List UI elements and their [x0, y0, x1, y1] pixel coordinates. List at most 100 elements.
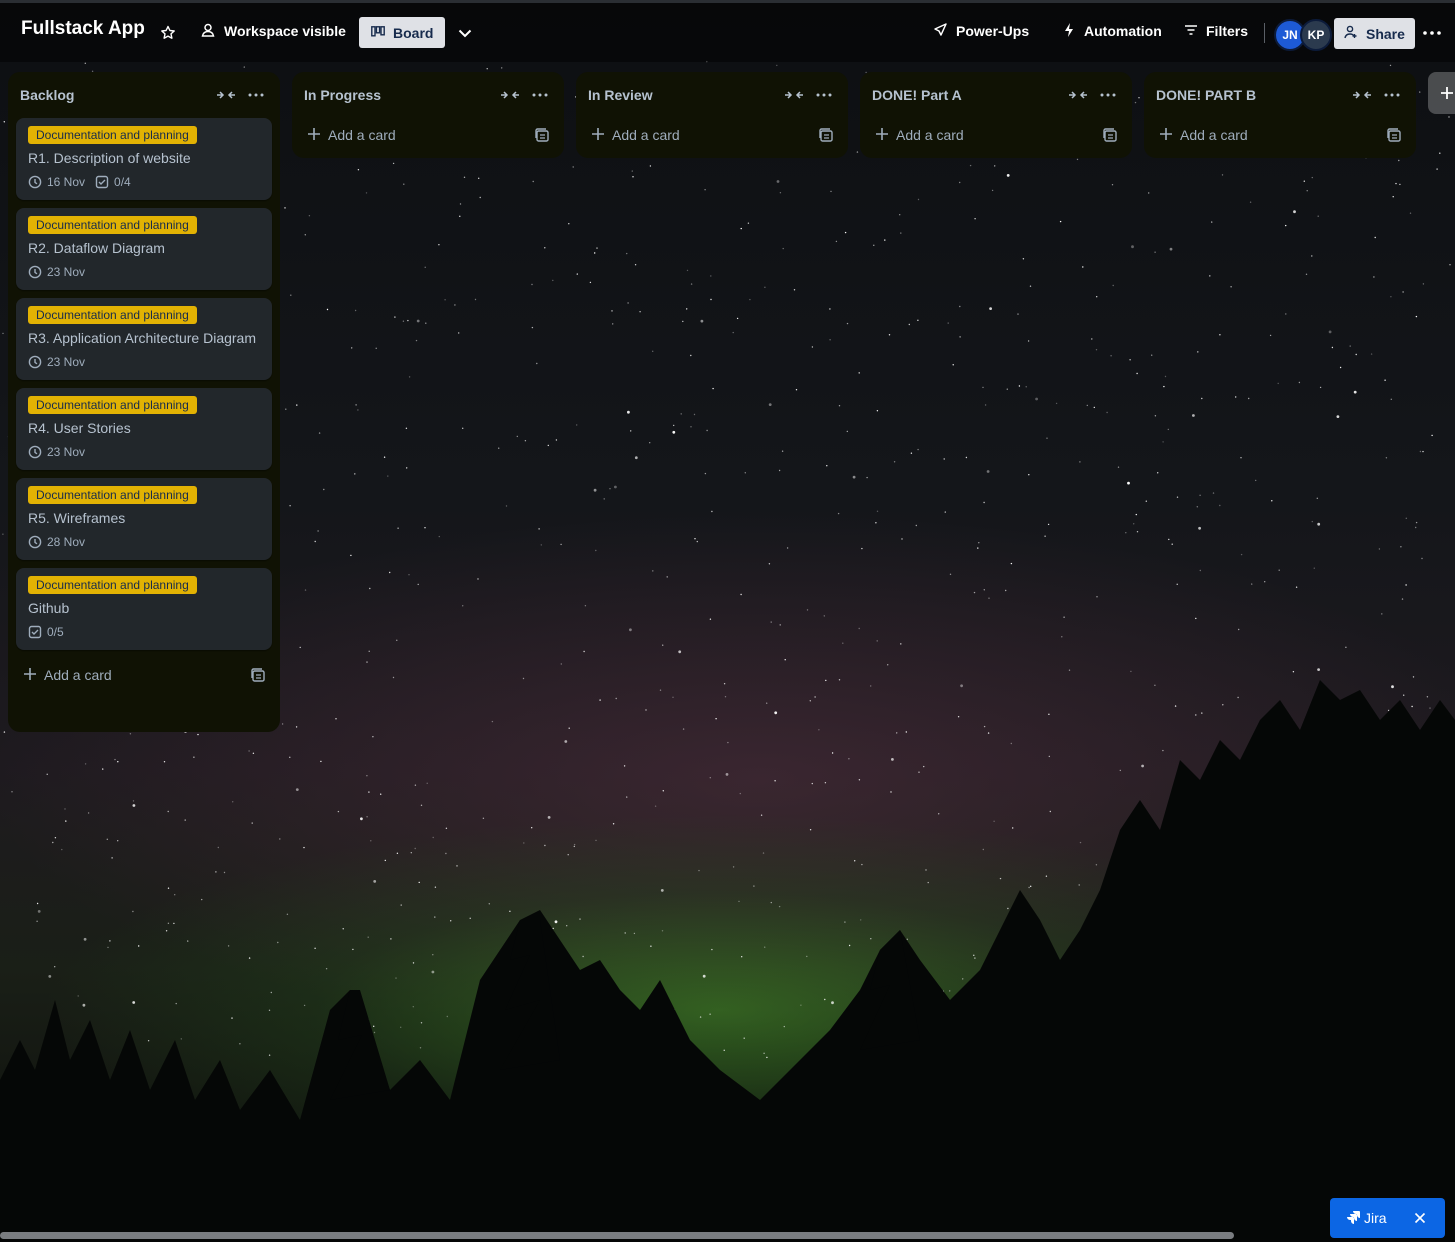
add-card-button[interactable]: Add a card	[860, 118, 1132, 152]
clock-icon	[28, 175, 42, 189]
collapse-icon[interactable]	[1352, 86, 1372, 104]
plus-icon	[1158, 126, 1174, 142]
plus-icon	[1439, 85, 1455, 106]
add-card-label: Add a card	[1180, 127, 1248, 143]
visibility-label: Workspace visible	[224, 23, 346, 39]
add-card-button[interactable]: Add a card	[1144, 118, 1416, 152]
card-label: Documentation and planning	[28, 486, 197, 504]
clock-icon	[28, 265, 42, 279]
checkbox-icon	[28, 625, 42, 639]
board-header: Fullstack App Workspace visible Board Po…	[0, 0, 1455, 62]
scrollbar-thumb[interactable]	[0, 1232, 1234, 1239]
clock-icon	[28, 355, 42, 369]
card-label: Documentation and planning	[28, 126, 197, 144]
people-icon	[200, 22, 216, 41]
due-date-badge: 23 Nov	[28, 265, 85, 279]
list-title[interactable]: In Review	[588, 87, 653, 103]
clock-icon	[28, 445, 42, 459]
list-menu-icon[interactable]	[1098, 86, 1118, 104]
board-icon	[371, 25, 385, 41]
list-menu-icon[interactable]	[814, 86, 834, 104]
collapse-icon[interactable]	[784, 86, 804, 104]
collapse-icon[interactable]	[216, 86, 236, 104]
card-title: R5. Wireframes	[28, 510, 126, 526]
list-menu-icon[interactable]	[1382, 86, 1402, 104]
card[interactable]: Documentation and planning R3. Applicati…	[16, 298, 272, 380]
list-title[interactable]: In Progress	[304, 87, 381, 103]
card[interactable]: Documentation and planning R4. User Stor…	[16, 388, 272, 470]
more-icon[interactable]	[1420, 23, 1444, 43]
checkbox-icon	[95, 175, 109, 189]
powerups-label: Power-Ups	[956, 23, 1030, 39]
automation-button[interactable]: Automation	[1056, 15, 1168, 47]
card[interactable]: Documentation and planning R1. Descripti…	[16, 118, 272, 200]
list-title[interactable]: DONE! PART B	[1156, 87, 1256, 103]
card[interactable]: Documentation and planning Github 0/5	[16, 568, 272, 650]
add-card-label: Add a card	[328, 127, 396, 143]
card-template-icon[interactable]	[1102, 127, 1118, 143]
avatar-initials: KP	[1307, 28, 1325, 42]
list-menu-icon[interactable]	[246, 86, 266, 104]
list-menu-icon[interactable]	[530, 86, 550, 104]
board-title[interactable]: Fullstack App	[21, 18, 145, 40]
header-divider	[1264, 23, 1265, 43]
jira-widget[interactable]: Jira	[1330, 1198, 1445, 1238]
list-done-part-b: DONE! PART B Add a card	[1144, 72, 1416, 158]
card-label: Documentation and planning	[28, 216, 197, 234]
card-label: Documentation and planning	[28, 306, 197, 324]
list-title[interactable]: DONE! Part A	[872, 87, 962, 103]
card[interactable]: Documentation and planning R5. Wireframe…	[16, 478, 272, 560]
checklist-badge: 0/4	[95, 175, 131, 189]
jira-icon	[1346, 1210, 1360, 1229]
add-person-icon	[1344, 25, 1358, 42]
star-icon[interactable]	[158, 23, 178, 43]
avatar-initials: JN	[1282, 28, 1298, 42]
add-card-label: Add a card	[612, 127, 680, 143]
avatar[interactable]: KP	[1300, 19, 1332, 51]
list-backlog: Backlog Documentation and planning R1. D…	[8, 72, 280, 732]
collapse-icon[interactable]	[1068, 86, 1088, 104]
visibility-button[interactable]: Workspace visible	[194, 15, 352, 47]
chevron-down-icon[interactable]	[455, 23, 475, 43]
add-list-button[interactable]	[1428, 72, 1455, 114]
due-date-badge: 28 Nov	[28, 535, 85, 549]
add-card-button[interactable]: Add a card	[576, 118, 848, 152]
list-in-progress: In Progress Add a card	[292, 72, 564, 158]
card-template-icon[interactable]	[1386, 127, 1402, 143]
list-title[interactable]: Backlog	[20, 87, 74, 103]
due-date-badge: 16 Nov	[28, 175, 85, 189]
due-date-badge: 23 Nov	[28, 355, 85, 369]
list-in-review: In Review Add a card	[576, 72, 848, 158]
plus-icon	[874, 126, 890, 142]
checklist-badge: 0/5	[28, 625, 64, 639]
lightning-icon	[1062, 22, 1076, 41]
powerups-button[interactable]: Power-Ups	[926, 15, 1035, 47]
card[interactable]: Documentation and planning R2. Dataflow …	[16, 208, 272, 290]
plus-icon	[590, 126, 606, 142]
card-template-icon[interactable]	[818, 127, 834, 143]
card-title: R3. Application Architecture Diagram	[28, 330, 256, 346]
add-card-button[interactable]: Add a card	[8, 658, 280, 692]
add-card-button[interactable]: Add a card	[292, 118, 564, 152]
card-title: R1. Description of website	[28, 150, 191, 166]
collapse-icon[interactable]	[500, 86, 520, 104]
add-card-label: Add a card	[44, 667, 112, 683]
card-label: Documentation and planning	[28, 576, 197, 594]
card-title: Github	[28, 600, 70, 616]
plus-icon	[22, 666, 38, 682]
card-title: R4. User Stories	[28, 420, 131, 436]
close-icon[interactable]	[1414, 1211, 1426, 1229]
clock-icon	[28, 535, 42, 549]
card-title: R2. Dataflow Diagram	[28, 240, 165, 256]
add-card-label: Add a card	[896, 127, 964, 143]
share-button[interactable]: Share	[1334, 18, 1415, 49]
horizontal-scrollbar[interactable]	[0, 1229, 1455, 1242]
board-view-button[interactable]: Board	[359, 17, 446, 48]
filters-button[interactable]: Filters	[1178, 15, 1254, 47]
card-template-icon[interactable]	[250, 667, 266, 683]
due-date-badge: 23 Nov	[28, 445, 85, 459]
card-template-icon[interactable]	[534, 127, 550, 143]
filters-label: Filters	[1206, 23, 1249, 39]
rocket-icon	[932, 22, 948, 41]
jira-label: Jira	[1364, 1210, 1387, 1226]
